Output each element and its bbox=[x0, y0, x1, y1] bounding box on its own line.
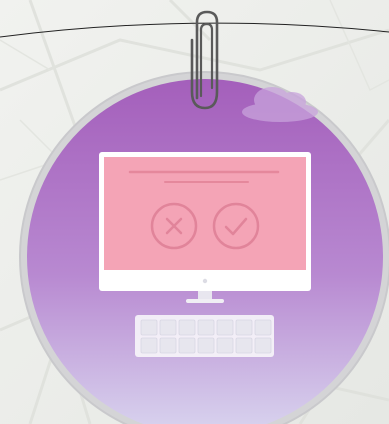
monitor-stand bbox=[198, 291, 212, 300]
monitor bbox=[99, 152, 311, 303]
keyboard-key bbox=[216, 337, 234, 354]
keyboard-key bbox=[235, 319, 253, 336]
keyboard-key bbox=[140, 319, 158, 336]
monitor-screen bbox=[104, 157, 306, 270]
keyboard-key bbox=[254, 319, 272, 336]
keyboard-key bbox=[197, 319, 215, 336]
keyboard-key bbox=[216, 319, 234, 336]
keyboard-key bbox=[235, 337, 253, 354]
keyboard-key bbox=[159, 337, 177, 354]
monitor-base bbox=[186, 299, 224, 303]
keyboard-key bbox=[159, 319, 177, 336]
keyboard-key bbox=[140, 337, 158, 354]
keyboard-key bbox=[178, 319, 196, 336]
keyboard-key bbox=[254, 337, 272, 354]
illustration-canvas bbox=[0, 0, 389, 424]
keyboard-icon bbox=[135, 315, 274, 357]
keyboard-key bbox=[197, 337, 215, 354]
power-dot bbox=[202, 278, 208, 284]
keyboard-key bbox=[178, 337, 196, 354]
